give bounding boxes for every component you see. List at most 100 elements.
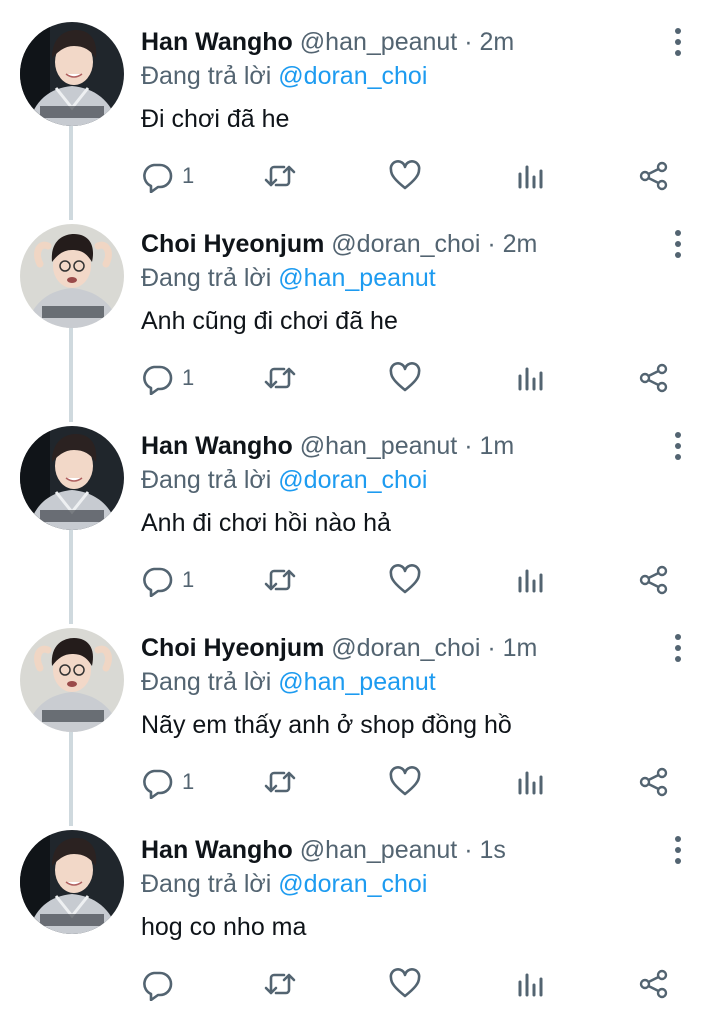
tweet[interactable]: Han Wangho @han_peanut · 2m Đang trả lời…	[0, 0, 720, 220]
avatar-image-han	[20, 830, 124, 934]
mention-link[interactable]: @han_peanut	[278, 264, 435, 292]
share-button[interactable]	[637, 560, 671, 600]
replying-to: Đang trả lời @doran_choi	[141, 868, 427, 900]
tweet-header: Han Wangho @han_peanut · 2m	[141, 26, 514, 58]
heart-icon	[389, 766, 421, 796]
avatar[interactable]	[20, 830, 124, 934]
avatar[interactable]	[20, 224, 124, 328]
analytics-button[interactable]	[514, 964, 548, 1004]
like-button[interactable]	[388, 358, 422, 398]
tweet-header: Han Wangho @han_peanut · 1s	[141, 834, 506, 866]
like-button[interactable]	[388, 964, 422, 1004]
separator: ·	[464, 432, 473, 460]
tweet-text: Đi chơi đã he	[141, 105, 290, 133]
analytics-button[interactable]	[514, 762, 548, 802]
reply-count: 1	[182, 163, 195, 188]
like-button[interactable]	[388, 762, 422, 802]
avatar[interactable]	[20, 22, 124, 126]
replying-prefix: Đang trả lời	[141, 62, 272, 90]
retweet-button[interactable]	[263, 762, 297, 802]
reply-icon	[143, 971, 173, 1001]
tweet-text: Anh đi chơi hồi nào hả	[141, 509, 391, 537]
tweet[interactable]: Han Wangho @han_peanut · 1m Đang trả lời…	[0, 404, 720, 624]
tweet-text: Nãy em thấy anh ở shop đồng hồ	[141, 711, 512, 739]
more-vertical-icon[interactable]	[668, 632, 688, 664]
share-icon	[639, 565, 668, 595]
avatar-image-han	[20, 426, 124, 530]
author-name[interactable]: Choi Hyeonjum	[141, 230, 324, 258]
tweet[interactable]: Choi Hyeonjum @doran_choi · 2m Đang trả …	[0, 202, 720, 422]
reply-button[interactable]: 1	[140, 762, 194, 802]
author-handle[interactable]: @han_peanut	[300, 836, 457, 864]
retweet-button[interactable]	[263, 560, 297, 600]
reply-button[interactable]: 1	[140, 560, 194, 600]
share-button[interactable]	[637, 762, 671, 802]
author-handle[interactable]: @doran_choi	[331, 634, 480, 662]
like-button[interactable]	[388, 560, 422, 600]
share-icon	[639, 161, 668, 191]
reply-icon	[143, 365, 173, 395]
tweet-text: hog co nho ma	[141, 913, 307, 941]
tweet[interactable]: Han Wangho @han_peanut · 1s Đang trả lời…	[0, 808, 720, 1010]
heart-icon	[389, 362, 421, 392]
reply-button[interactable]: 1	[140, 156, 194, 196]
author-name[interactable]: Han Wangho	[141, 836, 293, 864]
share-icon	[639, 363, 668, 393]
heart-icon	[389, 160, 421, 190]
retweet-button[interactable]	[263, 358, 297, 398]
timestamp[interactable]: 2m	[480, 28, 515, 56]
retweet-button[interactable]	[263, 156, 297, 196]
analytics-button[interactable]	[514, 358, 548, 398]
tweet[interactable]: Choi Hyeonjum @doran_choi · 1m Đang trả …	[0, 606, 720, 826]
timestamp[interactable]: 1m	[480, 432, 515, 460]
author-name[interactable]: Choi Hyeonjum	[141, 634, 324, 662]
mention-link[interactable]: @doran_choi	[278, 870, 427, 898]
replying-to: Đang trả lời @han_peanut	[141, 262, 436, 294]
author-handle[interactable]: @han_peanut	[300, 28, 457, 56]
author-name[interactable]: Han Wangho	[141, 28, 293, 56]
analytics-icon	[518, 165, 543, 189]
replying-to: Đang trả lời @doran_choi	[141, 60, 427, 92]
author-handle[interactable]: @han_peanut	[300, 432, 457, 460]
retweet-icon	[264, 165, 296, 187]
mention-link[interactable]: @doran_choi	[278, 62, 427, 90]
timestamp[interactable]: 1s	[480, 836, 506, 864]
reply-icon	[143, 567, 173, 597]
analytics-button[interactable]	[514, 156, 548, 196]
more-vertical-icon[interactable]	[668, 834, 688, 866]
like-button[interactable]	[388, 156, 422, 196]
avatar-image-choi	[20, 628, 124, 732]
reply-button[interactable]: 1	[140, 358, 194, 398]
replying-prefix: Đang trả lời	[141, 466, 272, 494]
avatar[interactable]	[20, 628, 124, 732]
tweet-header: Choi Hyeonjum @doran_choi · 2m	[141, 228, 537, 260]
share-button[interactable]	[637, 358, 671, 398]
avatar[interactable]	[20, 426, 124, 530]
author-name[interactable]: Han Wangho	[141, 432, 293, 460]
replying-prefix: Đang trả lời	[141, 870, 272, 898]
share-button[interactable]	[637, 156, 671, 196]
separator: ·	[487, 230, 496, 258]
author-handle[interactable]: @doran_choi	[331, 230, 480, 258]
mention-link[interactable]: @han_peanut	[278, 668, 435, 696]
timestamp[interactable]: 1m	[503, 634, 538, 662]
mention-link[interactable]: @doran_choi	[278, 466, 427, 494]
tweet-header: Choi Hyeonjum @doran_choi · 1m	[141, 632, 537, 664]
analytics-button[interactable]	[514, 560, 548, 600]
retweet-button[interactable]	[263, 964, 297, 1004]
share-button[interactable]	[637, 964, 671, 1004]
analytics-icon	[518, 973, 543, 997]
retweet-icon	[264, 569, 296, 591]
analytics-icon	[518, 367, 543, 391]
heart-icon	[389, 564, 421, 594]
more-vertical-icon[interactable]	[668, 430, 688, 462]
replying-prefix: Đang trả lời	[141, 668, 272, 696]
more-vertical-icon[interactable]	[668, 26, 688, 58]
more-vertical-icon[interactable]	[668, 228, 688, 260]
tweet-actions: 1	[0, 762, 720, 802]
timestamp[interactable]: 2m	[503, 230, 538, 258]
tweet-actions: 1	[0, 358, 720, 398]
tweet-text: Anh cũng đi chơi đã he	[141, 307, 398, 335]
avatar-image-han	[20, 22, 124, 126]
reply-button[interactable]	[140, 964, 182, 1004]
